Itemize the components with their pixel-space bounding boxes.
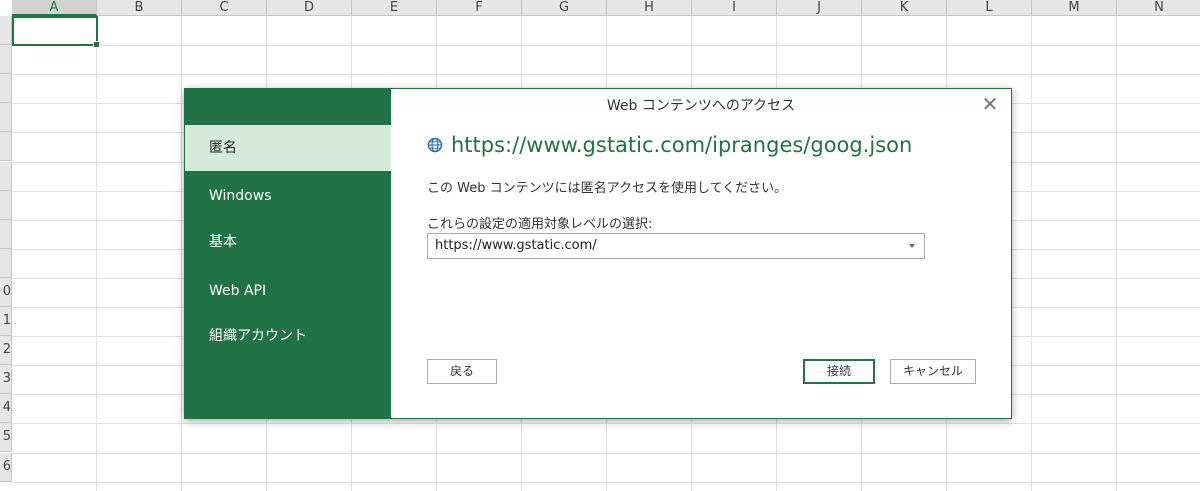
sidebar-item-web-api[interactable]: Web API [185, 268, 391, 314]
sidebar-item-anonymous[interactable]: 匿名 [185, 125, 391, 171]
connect-button[interactable]: 接続 [803, 359, 875, 384]
column-header-l[interactable]: L [947, 0, 1032, 16]
url-heading: https://www.gstatic.com/ipranges/goog.js… [427, 133, 912, 157]
level-select-value: https://www.gstatic.com/ [435, 238, 597, 253]
row-header[interactable]: 4 [0, 394, 12, 424]
row-header[interactable]: 0 [0, 277, 12, 307]
access-description: この Web コンテンツには匿名アクセスを使用してください。 [427, 181, 788, 196]
gridline [96, 16, 97, 491]
row-header[interactable] [0, 16, 12, 46]
column-header-f[interactable]: F [437, 0, 522, 16]
row-header[interactable]: 5 [0, 423, 12, 453]
cancel-button[interactable]: キャンセル [890, 359, 976, 384]
globe-icon [427, 137, 443, 153]
row-header[interactable] [0, 74, 12, 104]
column-header-e[interactable]: E [352, 0, 437, 16]
level-select-label: これらの設定の適用対象レベルの選択: [427, 217, 653, 232]
gridline [1031, 16, 1032, 491]
gridline [1116, 16, 1117, 491]
column-header-c[interactable]: C [182, 0, 267, 16]
row-header[interactable]: 2 [0, 336, 12, 366]
column-header-k[interactable]: K [862, 0, 947, 16]
web-content-access-dialog: 匿名 Windows 基本 Web API 組織アカウント Web コンテンツへ… [184, 88, 1012, 419]
sidebar-item-basic[interactable]: 基本 [185, 219, 391, 265]
row-header[interactable] [0, 190, 12, 220]
level-select[interactable]: https://www.gstatic.com/ [427, 233, 925, 259]
back-button[interactable]: 戻る [427, 359, 497, 384]
row-header[interactable]: 6 [0, 452, 12, 482]
row-header[interactable] [0, 248, 12, 278]
column-header-i[interactable]: I [692, 0, 777, 16]
sidebar-item-windows[interactable]: Windows [185, 173, 391, 219]
column-header-d[interactable]: D [267, 0, 352, 16]
column-header-b[interactable]: B [97, 0, 182, 16]
column-header-n[interactable]: N [1117, 0, 1200, 16]
row-header[interactable] [0, 132, 12, 162]
url-text: https://www.gstatic.com/ipranges/goog.js… [451, 133, 913, 157]
row-header[interactable] [0, 45, 12, 75]
column-header-h[interactable]: H [607, 0, 692, 16]
column-header-m[interactable]: M [1032, 0, 1117, 16]
auth-method-sidebar: 匿名 Windows 基本 Web API 組織アカウント [185, 89, 391, 418]
chevron-down-icon [909, 244, 915, 248]
column-header-a[interactable]: A [12, 0, 97, 16]
column-header-g[interactable]: G [522, 0, 607, 16]
dialog-title: Web コンテンツへのアクセス [606, 98, 796, 114]
gridline [181, 16, 182, 491]
row-header[interactable] [0, 219, 12, 249]
column-header-j[interactable]: J [777, 0, 862, 16]
row-header[interactable] [0, 103, 12, 133]
sidebar-item-organizational-account[interactable]: 組織アカウント [185, 313, 391, 359]
row-header[interactable]: 1 [0, 307, 12, 337]
close-icon[interactable]: ✕ [979, 93, 1001, 115]
row-header[interactable] [0, 161, 12, 191]
row-header[interactable]: 3 [0, 365, 12, 395]
active-cell-a1[interactable] [12, 16, 100, 48]
